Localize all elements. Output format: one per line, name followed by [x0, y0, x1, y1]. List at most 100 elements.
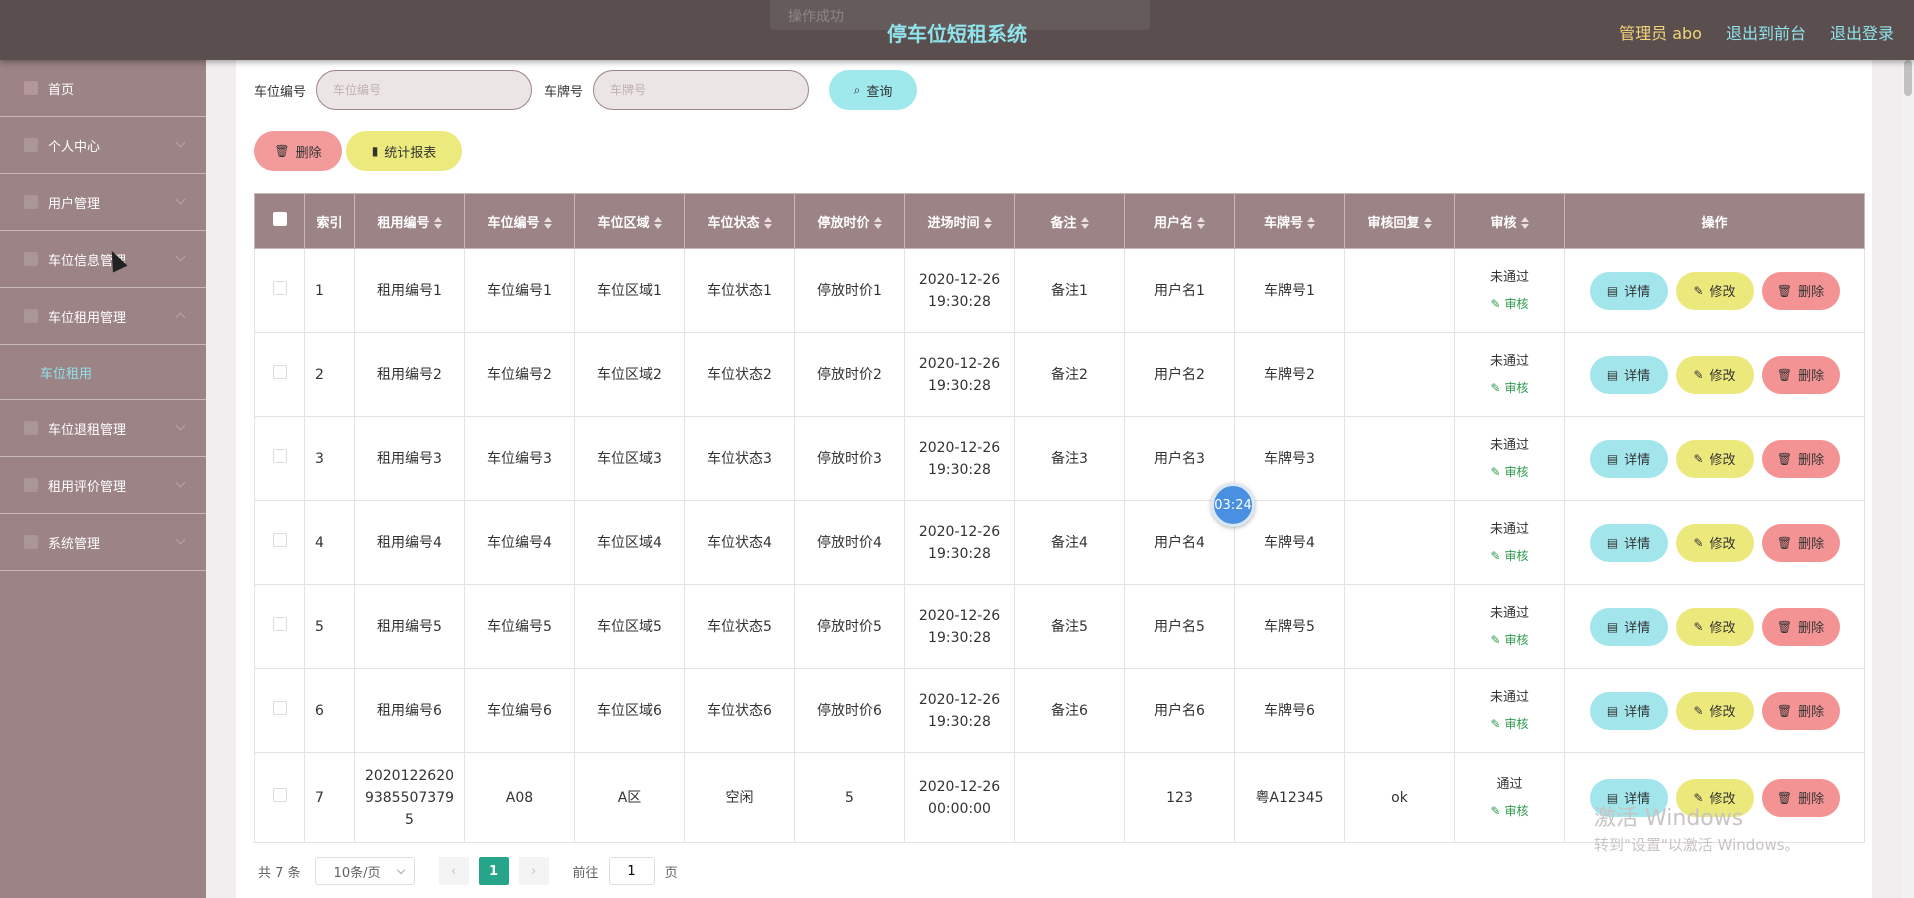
- col-header[interactable]: 车位状态: [684, 193, 795, 249]
- page-1-button[interactable]: 1: [478, 857, 509, 885]
- sidebar-item-personal[interactable]: 个人中心: [0, 117, 206, 174]
- col-header[interactable]: 车位区域: [574, 193, 685, 249]
- sidebar-item-label: 系统管理: [48, 536, 101, 552]
- edit-button[interactable]: ✎ 修改: [1675, 607, 1754, 646]
- sort-icon[interactable]: [763, 217, 772, 229]
- row-checkbox[interactable]: [272, 448, 287, 463]
- scrollbar-thumb[interactable]: [1904, 60, 1912, 96]
- col-header[interactable]: 备注: [1014, 193, 1125, 249]
- sidebar-item-home[interactable]: 首页: [0, 60, 206, 117]
- sort-icon[interactable]: [873, 217, 882, 229]
- edit-button[interactable]: ✎ 修改: [1675, 355, 1754, 394]
- cell-time: 2020-12-26 00:00:00: [904, 752, 1015, 843]
- edit-button[interactable]: ✎ 修改: [1675, 691, 1754, 730]
- row-select-cell: [254, 416, 305, 501]
- sort-icon[interactable]: [1307, 217, 1315, 229]
- cell-reply: [1344, 584, 1455, 669]
- sidebar-item-users[interactable]: 用户管理: [0, 174, 206, 231]
- sort-icon[interactable]: [1423, 217, 1432, 229]
- table-row: 2 租用编号2 车位编号2 车位区域2 车位状态2 停放时价2 2020-12-…: [254, 332, 1865, 417]
- cell-time: 2020-12-26 19:30:28: [904, 416, 1015, 501]
- detail-button[interactable]: ▤ 详情: [1589, 439, 1668, 478]
- pagination: 共 7 条 10条/页 ‹ 1 › 前往 页: [258, 857, 678, 885]
- col-header[interactable]: 车位编号: [464, 193, 575, 249]
- report-button-label: 统计报表: [384, 145, 437, 161]
- front-link[interactable]: 退出到前台: [1726, 20, 1806, 44]
- sort-icon[interactable]: [433, 217, 442, 229]
- sidebar-item-parking-info[interactable]: 车位信息管理: [0, 231, 206, 288]
- row-checkbox[interactable]: [272, 616, 287, 631]
- col-header[interactable]: 车牌号: [1234, 193, 1345, 249]
- goto-page-input[interactable]: [608, 857, 655, 885]
- col-header[interactable]: 停放时价: [794, 193, 905, 249]
- prev-page-button[interactable]: ‹: [438, 857, 469, 885]
- spot-input[interactable]: [316, 70, 533, 110]
- row-delete-button[interactable]: 🗑 删除: [1761, 355, 1840, 394]
- admin-label: 管理员 abo: [1619, 24, 1702, 43]
- col-header[interactable]: 租用编号: [354, 193, 465, 249]
- audit-link[interactable]: ✎ 审核: [1455, 461, 1564, 483]
- row-delete-button[interactable]: 🗑 删除: [1761, 439, 1840, 478]
- logout-link[interactable]: 退出登录: [1830, 20, 1894, 44]
- row-delete-button[interactable]: 🗑 删除: [1761, 607, 1840, 646]
- detail-button[interactable]: ▤ 详情: [1589, 691, 1668, 730]
- row-delete-button[interactable]: 🗑 删除: [1761, 691, 1840, 730]
- sidebar-item-return[interactable]: 车位退租管理: [0, 400, 206, 457]
- detail-button[interactable]: ▤ 详情: [1589, 355, 1668, 394]
- cell-note: [1014, 752, 1125, 843]
- trash-icon: 🗑: [1776, 535, 1793, 550]
- audit-link[interactable]: ✎ 审核: [1455, 377, 1564, 399]
- row-checkbox[interactable]: [272, 280, 287, 295]
- audit-link[interactable]: ✎ 审核: [1455, 545, 1564, 567]
- col-header[interactable]: 审核: [1454, 193, 1565, 249]
- report-button[interactable]: ▮ 统计报表: [346, 131, 462, 171]
- sort-icon[interactable]: [1197, 217, 1205, 229]
- cell-audit: 未通过 ✎ 审核: [1454, 500, 1565, 585]
- next-page-button[interactable]: ›: [518, 857, 549, 885]
- row-delete-button[interactable]: 🗑 删除: [1761, 523, 1840, 562]
- submenu-item-rent[interactable]: 车位租用: [0, 345, 206, 400]
- select-all-checkbox[interactable]: [272, 212, 287, 226]
- sidebar-item-rent[interactable]: 车位租用管理: [0, 288, 206, 345]
- rent-icon: [24, 309, 38, 323]
- row-checkbox[interactable]: [272, 532, 287, 547]
- edit-button[interactable]: ✎ 修改: [1675, 439, 1754, 478]
- detail-button[interactable]: ▤ 详情: [1589, 271, 1668, 310]
- row-checkbox[interactable]: [272, 700, 287, 715]
- cell-user: 用户名5: [1124, 584, 1235, 669]
- audit-link[interactable]: ✎ 审核: [1455, 293, 1564, 315]
- page-size-select[interactable]: 10条/页: [314, 857, 415, 885]
- audit-link[interactable]: ✎ 审核: [1455, 800, 1564, 822]
- audit-status: 未通过: [1489, 438, 1529, 453]
- audit-link[interactable]: ✎ 审核: [1455, 713, 1564, 735]
- scrollbar[interactable]: [1902, 60, 1914, 898]
- delete-button[interactable]: 🗑 删除: [254, 131, 342, 171]
- col-header[interactable]: 审核回复: [1344, 193, 1455, 249]
- sort-icon[interactable]: [653, 217, 662, 229]
- cell-reply: [1344, 248, 1455, 333]
- main-content: 车位编号 车牌号 ⌕ 查询 🗑 删除 ▮ 统计报表 索引 租用编号 车位编号: [236, 60, 1872, 898]
- cell-index: 4: [304, 500, 355, 585]
- detail-button[interactable]: ▤ 详情: [1589, 607, 1668, 646]
- sidebar-item-label: 车位租用管理: [48, 310, 127, 326]
- row-checkbox[interactable]: [272, 364, 287, 379]
- sidebar-item-review[interactable]: 租用评价管理: [0, 457, 206, 514]
- audit-link[interactable]: ✎ 审核: [1455, 629, 1564, 651]
- edit-button[interactable]: ✎ 修改: [1675, 523, 1754, 562]
- search-bar: 车位编号 车牌号 ⌕ 查询: [254, 70, 918, 110]
- select-all-cell: [254, 193, 305, 249]
- detail-button[interactable]: ▤ 详情: [1589, 523, 1668, 562]
- edit-button[interactable]: ✎ 修改: [1675, 271, 1754, 310]
- sort-icon[interactable]: [543, 217, 552, 229]
- plate-input[interactable]: [593, 70, 810, 110]
- sort-icon[interactable]: [983, 217, 992, 229]
- sidebar-item-system[interactable]: 系统管理: [0, 514, 206, 571]
- search-button[interactable]: ⌕ 查询: [829, 70, 918, 110]
- row-delete-button[interactable]: 🗑 删除: [1761, 271, 1840, 310]
- col-header[interactable]: 用户名: [1124, 193, 1235, 249]
- sort-icon[interactable]: [1080, 217, 1089, 229]
- document-icon: ▤: [1606, 367, 1619, 382]
- col-header[interactable]: 进场时间: [904, 193, 1015, 249]
- sort-icon[interactable]: [1520, 217, 1529, 229]
- row-checkbox[interactable]: [272, 787, 287, 802]
